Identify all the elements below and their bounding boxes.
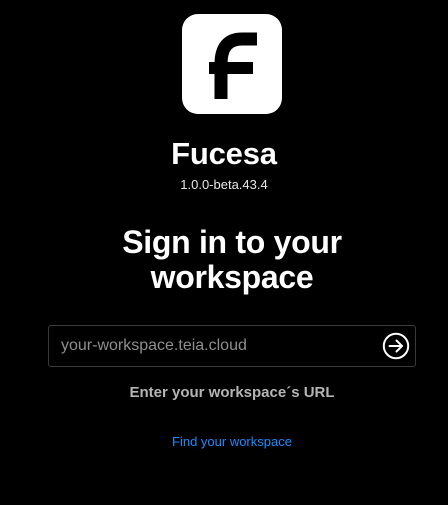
app-version: 1.0.0-beta.43.4 [180,177,268,192]
sign-in-screen: Fucesa 1.0.0-beta.43.4 Sign in to your w… [0,0,448,505]
page-title-line-2: workspace [150,259,314,295]
fucesa-logo-icon [209,32,257,99]
workspace-url-field [48,325,416,367]
page-title: Sign in to your workspace [0,225,448,295]
workspace-url-input[interactable] [49,326,369,366]
find-workspace-link[interactable]: Find your workspace [0,433,448,451]
app-name: Fucesa [171,136,277,171]
submit-button[interactable] [382,332,410,360]
arrow-right-circle-icon [382,332,410,360]
page-title-line-1: Sign in to your [122,224,342,260]
app-logo [182,14,282,114]
workspace-url-hint: Enter your workspace´s URL [129,384,335,401]
